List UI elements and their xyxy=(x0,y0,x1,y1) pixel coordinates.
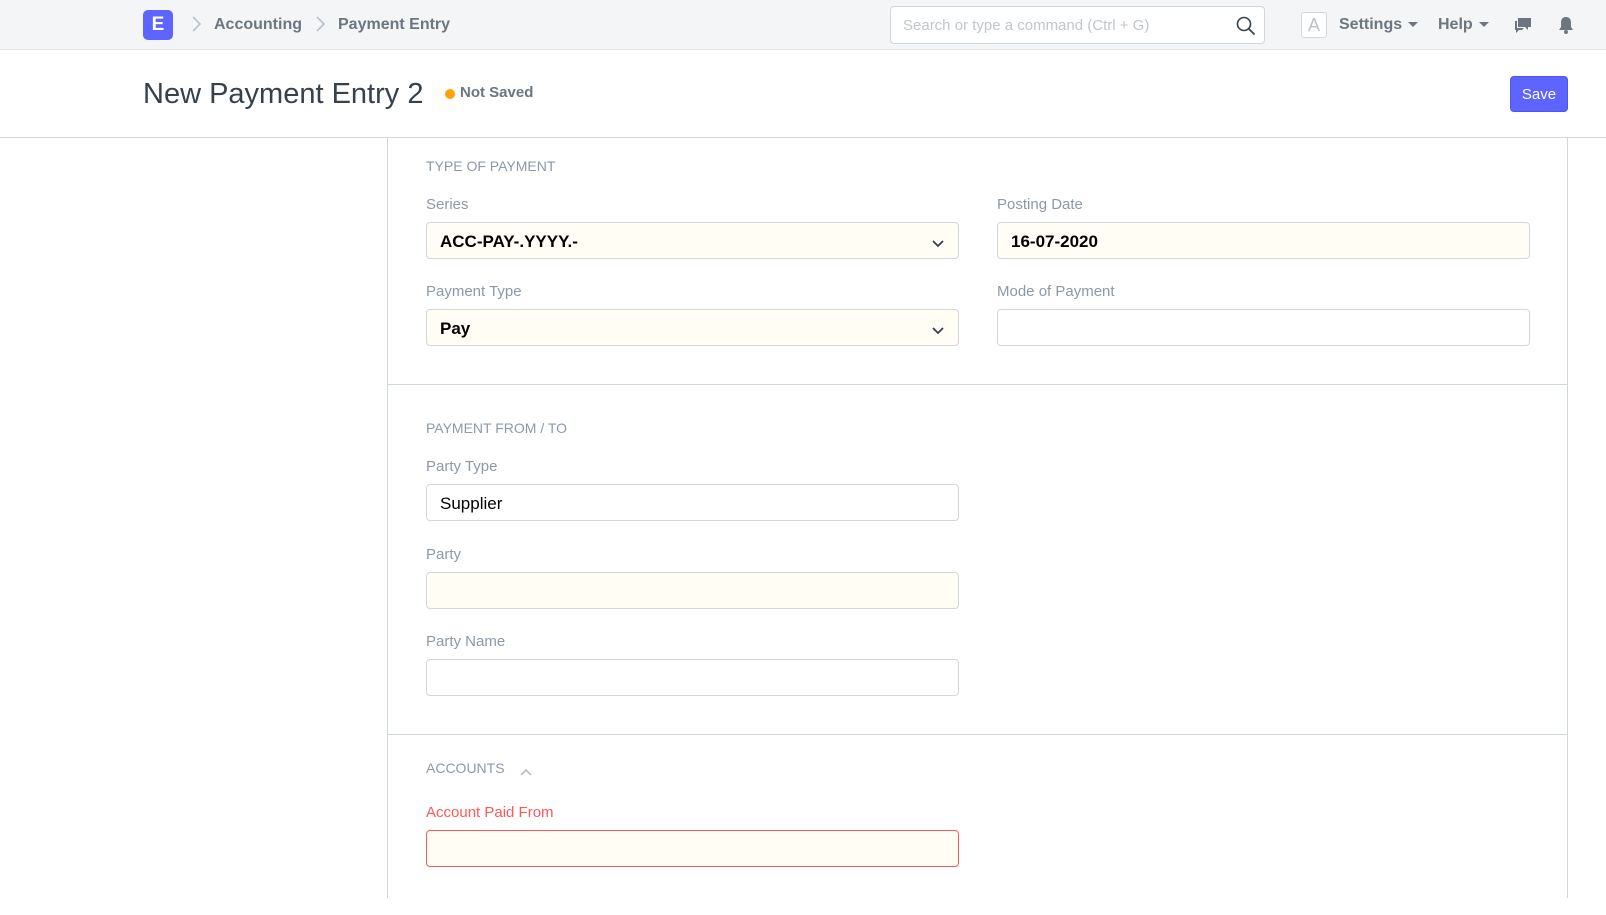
page-title: New Payment Entry 2 xyxy=(143,78,424,110)
chevron-up-icon[interactable] xyxy=(519,764,533,776)
posting-date-label: Posting Date xyxy=(997,196,1083,213)
chevron-down-icon xyxy=(932,236,944,248)
bell-icon[interactable] xyxy=(1556,15,1576,35)
status-badge: Not Saved xyxy=(460,84,534,101)
section-heading: PAYMENT FROM / TO xyxy=(426,420,568,436)
account-paid-from-field[interactable] xyxy=(426,830,959,867)
payment-type-value: Pay xyxy=(440,319,471,338)
posting-date-field[interactable]: 16-07-2020 xyxy=(997,222,1530,259)
app-logo[interactable]: E xyxy=(143,10,173,40)
party-name-label: Party Name xyxy=(426,633,506,650)
caret-down-icon xyxy=(1478,22,1489,28)
chevron-right-icon xyxy=(191,16,202,32)
mode-of-payment-field[interactable] xyxy=(997,309,1530,346)
chat-icon[interactable] xyxy=(1513,15,1533,35)
page-head: New Payment Entry 2 Not Saved Save xyxy=(0,50,1606,138)
navbar: E Accounting Payment Entry A Settings He… xyxy=(0,0,1606,50)
payment-type-select[interactable]: Pay xyxy=(426,309,959,346)
payment-type-label: Payment Type xyxy=(426,283,522,300)
party-field[interactable] xyxy=(426,572,959,609)
section-heading[interactable]: ACCOUNTS xyxy=(426,760,505,776)
posting-date-value: 16-07-2020 xyxy=(1011,232,1098,251)
party-type-field[interactable]: Supplier xyxy=(426,484,959,521)
settings-dropdown[interactable]: Settings xyxy=(1339,16,1419,34)
party-name-field[interactable] xyxy=(426,659,959,696)
party-label: Party xyxy=(426,546,462,563)
chevron-right-icon xyxy=(315,16,326,32)
search-icon[interactable] xyxy=(1236,16,1256,36)
series-value: ACC-PAY-.YYYY.- xyxy=(440,232,578,251)
help-dropdown[interactable]: Help xyxy=(1438,16,1489,34)
party-type-value: Supplier xyxy=(440,494,503,513)
caret-down-icon xyxy=(1408,22,1419,28)
section-heading: TYPE OF PAYMENT xyxy=(426,158,556,174)
party-type-label: Party Type xyxy=(426,458,498,475)
section-accounts: ACCOUNTS Account Paid From xyxy=(388,735,1567,915)
account-paid-from-label: Account Paid From xyxy=(426,804,554,821)
settings-label: Settings xyxy=(1339,16,1403,33)
status-indicator-dot xyxy=(445,89,455,99)
search-box[interactable] xyxy=(890,6,1265,44)
breadcrumb-payment-entry[interactable]: Payment Entry xyxy=(338,16,450,34)
avatar[interactable]: A xyxy=(1301,12,1327,38)
mode-of-payment-label: Mode of Payment xyxy=(997,283,1115,300)
series-label: Series xyxy=(426,196,469,213)
breadcrumb-accounting[interactable]: Accounting xyxy=(214,16,302,34)
help-label: Help xyxy=(1438,16,1473,33)
chevron-down-icon xyxy=(932,323,944,335)
form-body: TYPE OF PAYMENT Series ACC-PAY-.YYYY.- P… xyxy=(387,138,1568,898)
section-type-of-payment: TYPE OF PAYMENT Series ACC-PAY-.YYYY.- P… xyxy=(388,138,1567,385)
section-payment-from-to: PAYMENT FROM / TO Party Type Supplier Pa… xyxy=(388,385,1567,735)
save-button[interactable]: Save xyxy=(1510,76,1568,112)
series-select[interactable]: ACC-PAY-.YYYY.- xyxy=(426,222,959,259)
search-input[interactable] xyxy=(903,7,1223,43)
